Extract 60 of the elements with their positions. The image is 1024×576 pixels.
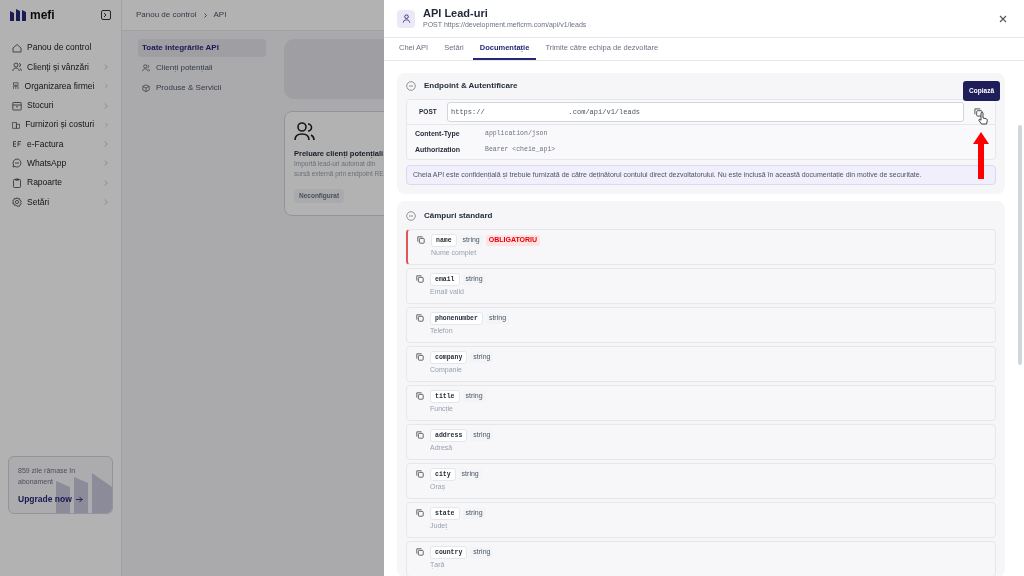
section-title: Endpoint & Autentificare (424, 80, 518, 92)
users-icon (294, 122, 316, 142)
copy-icon[interactable] (416, 509, 424, 517)
users-icon (12, 61, 22, 72)
users-icon (142, 64, 150, 72)
close-icon[interactable] (999, 14, 1007, 23)
sidebar-item[interactable]: Rapoarte (0, 173, 121, 193)
chevron-right-icon (104, 83, 109, 90)
chevron-right-icon (103, 63, 109, 70)
submenu-item[interactable]: Clienți potențiali (138, 59, 266, 77)
archive-icon (12, 100, 22, 111)
collapse-icon[interactable] (406, 211, 416, 221)
panel-title: API Lead-uri (423, 7, 489, 20)
chevron-right-icon (103, 179, 109, 186)
user-icon (397, 9, 415, 28)
collapse-sidebar-icon[interactable] (101, 10, 111, 20)
chevron-right-icon (103, 199, 109, 205)
sidebar-item[interactable]: WhatsApp (0, 153, 121, 174)
copy-icon[interactable] (416, 314, 424, 322)
submenu-item[interactable]: Toate integrările API (138, 39, 266, 57)
copy-icon[interactable] (416, 353, 424, 361)
sitemap-icon (12, 81, 20, 92)
sidebar-item[interactable]: Panou de control (0, 38, 121, 58)
copy-icon[interactable] (416, 275, 424, 283)
copy-icon[interactable] (416, 548, 424, 556)
copy-icon[interactable] (974, 107, 983, 117)
settings-icon (12, 197, 22, 207)
ef-icon (12, 139, 22, 150)
breadcrumb-link[interactable]: API (213, 9, 227, 21)
logo-icon (10, 9, 26, 21)
chat-icon (12, 158, 22, 169)
arrow-right-icon (75, 495, 83, 503)
section-title: Câmpuri standard (424, 210, 493, 222)
chevron-right-icon (202, 12, 208, 18)
chevron-right-icon (103, 102, 109, 109)
chevron-right-icon (103, 141, 109, 148)
upgrade-link[interactable]: Upgrade now (18, 493, 103, 506)
copy-icon[interactable] (416, 431, 424, 439)
clipboard-icon (12, 177, 22, 188)
submenu-item[interactable]: Produse & Servicii (138, 79, 266, 97)
sidebar-item[interactable]: e-Factura (0, 134, 121, 154)
sidebar-item[interactable]: Stocuri (0, 95, 121, 116)
sidebar-item[interactable]: Furnizori și costuri (0, 115, 121, 135)
copy-icon[interactable] (417, 236, 425, 244)
logo-watermark-icon (56, 473, 112, 513)
hand-cursor-icon (978, 112, 988, 125)
collapse-icon[interactable] (406, 81, 416, 91)
sidebar-item[interactable]: Setări (0, 192, 121, 212)
copy-icon[interactable] (416, 470, 424, 478)
cube-icon (142, 84, 150, 92)
scrollbar[interactable] (1018, 125, 1022, 365)
logo-text: mefi (30, 7, 55, 24)
breadcrumb-link[interactable]: Panou de control (136, 9, 197, 21)
chevron-right-icon (103, 160, 109, 167)
copy-icon[interactable] (416, 392, 424, 400)
arrow-up-icon (973, 132, 989, 179)
sidebar-item[interactable]: Organizarea firmei (0, 76, 121, 96)
home-icon (12, 42, 22, 53)
buildings-icon (12, 119, 21, 130)
sidebar-item[interactable]: Clienți și vânzări (0, 57, 121, 77)
